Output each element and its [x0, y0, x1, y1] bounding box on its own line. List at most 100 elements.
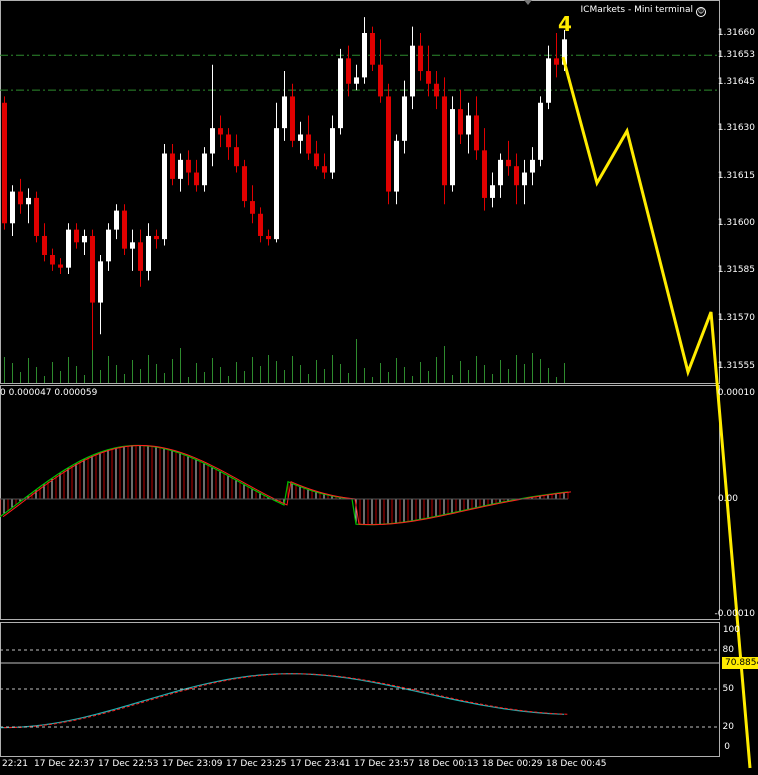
candle-body	[410, 45, 415, 97]
candle-body	[66, 229, 71, 268]
mini-terminal-window: ICMarkets - Mini terminal ☺ 4 0 0.000047 …	[0, 0, 758, 775]
candle-body	[458, 109, 463, 135]
candle-body	[506, 159, 511, 167]
time-label: 22:21	[2, 759, 28, 769]
candle-body	[546, 58, 551, 103]
stoch-axis-label: 80	[722, 645, 734, 655]
candle-body	[482, 150, 487, 198]
candle-body	[122, 210, 127, 249]
candle-body	[274, 128, 279, 240]
candle-body	[82, 235, 87, 243]
candle-body	[258, 213, 263, 236]
stoch-main-line	[0, 673, 565, 729]
candle-body	[74, 229, 79, 243]
wave-number-label: 4	[558, 12, 572, 36]
candle-body	[138, 242, 143, 271]
window-title: ICMarkets - Mini terminal ☺	[580, 5, 706, 17]
stoch-axis-label: 50	[722, 684, 734, 694]
stoch-signal-line	[3, 673, 569, 729]
candle-body	[242, 166, 247, 202]
candle-body	[58, 264, 63, 268]
candle-body	[402, 96, 407, 141]
smiley-icon: ☺	[696, 7, 706, 17]
price-label: 1.31555	[717, 361, 755, 371]
candle-body	[26, 197, 31, 205]
candle-body	[322, 166, 327, 173]
stoch-current-value-badge: 70.8854	[722, 657, 758, 669]
candle-body	[106, 229, 111, 262]
candle-body	[18, 191, 23, 205]
candle-body	[298, 134, 303, 141]
candle-body	[2, 102, 7, 224]
time-label: 17 Dec 23:57	[354, 759, 415, 769]
macd-axis-label: -0.00010	[714, 609, 755, 619]
candle-body	[90, 235, 95, 303]
candle-body	[98, 261, 103, 303]
candle-body	[370, 33, 375, 65]
candle-body	[194, 172, 199, 186]
candle-body	[418, 45, 423, 72]
stoch-axis-label: 100	[722, 625, 740, 635]
candle-body	[210, 128, 215, 154]
candle-body	[434, 83, 439, 97]
candle-body	[34, 197, 39, 236]
candle-body	[130, 242, 135, 249]
candle-body	[178, 159, 183, 179]
scroll-arrow-icon[interactable]	[524, 0, 532, 5]
candle-body	[234, 147, 239, 167]
candle-body	[354, 77, 359, 84]
candle-body	[522, 172, 527, 186]
price-label: 1.31630	[717, 123, 755, 133]
candle-body	[146, 235, 151, 271]
candle-body	[450, 109, 455, 186]
candle-body	[426, 71, 431, 84]
macd-axis-label: 0.00010	[717, 388, 755, 398]
time-label: 18 Dec 00:45	[546, 759, 607, 769]
chart-canvas	[0, 0, 752, 769]
candle-body	[162, 153, 167, 240]
time-label: 17 Dec 22:53	[98, 759, 159, 769]
candle-body	[314, 153, 319, 167]
candle-body	[386, 96, 391, 192]
price-panel-border	[0, 0, 720, 384]
candle-body	[306, 134, 311, 154]
candlestick-series	[2, 17, 567, 351]
candle-body	[266, 235, 271, 240]
candle-body	[442, 96, 447, 186]
macd-signal-line	[0, 444, 569, 526]
time-label: 17 Dec 22:37	[34, 759, 95, 769]
candle-body	[378, 64, 383, 97]
candle-body	[490, 185, 495, 198]
time-label: 17 Dec 23:41	[290, 759, 351, 769]
time-label: 17 Dec 23:09	[162, 759, 223, 769]
candle-body	[538, 102, 543, 160]
volume-histogram	[4, 339, 565, 383]
time-label: 18 Dec 00:29	[482, 759, 543, 769]
candle-body	[42, 235, 47, 255]
candle-body	[186, 159, 191, 173]
candle-body	[330, 128, 335, 173]
candle-body	[290, 96, 295, 141]
candle-body	[466, 115, 471, 135]
candle-body	[154, 235, 159, 240]
price-label: 1.31585	[717, 265, 755, 275]
time-label: 18 Dec 00:13	[418, 759, 479, 769]
macd-histogram	[0, 444, 572, 526]
candle-body	[474, 115, 479, 151]
macd-values-readout: 0 0.000047 0.000059	[0, 388, 98, 398]
candle-body	[218, 128, 223, 135]
stochastic-lines	[0, 673, 569, 729]
price-label: 1.31653	[717, 50, 755, 60]
macd-axis-label: 0.00	[717, 494, 738, 504]
candle-body	[282, 96, 287, 129]
candle-body	[50, 255, 55, 265]
candle-body	[514, 166, 519, 186]
candle-body	[498, 159, 503, 186]
candle-body	[394, 140, 399, 192]
price-label: 1.31615	[717, 171, 755, 181]
price-label: 1.31570	[717, 313, 755, 323]
candle-body	[530, 159, 535, 173]
horizontal-levels	[0, 54, 719, 91]
candle-body	[554, 58, 559, 65]
candle-body	[338, 58, 343, 129]
